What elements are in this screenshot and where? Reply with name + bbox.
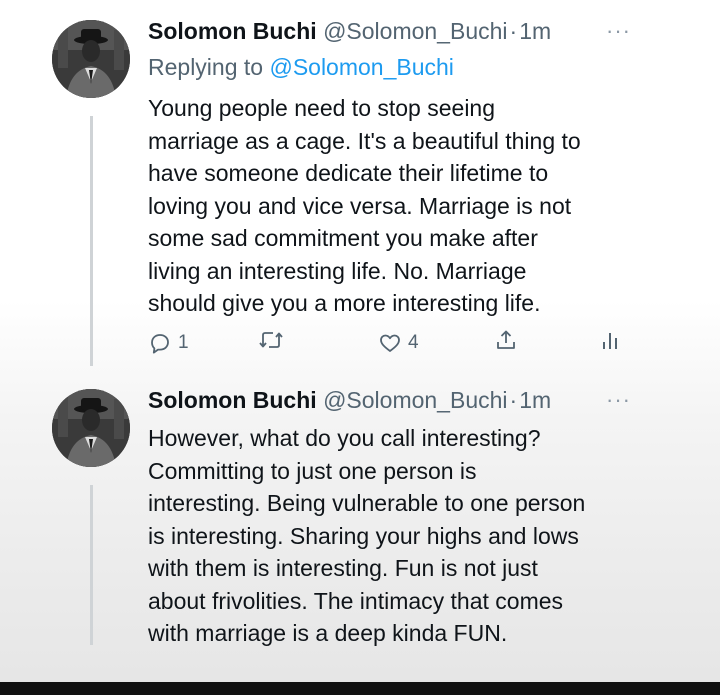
thread-connector [90,485,93,645]
reply-button[interactable]: 1 [148,328,189,358]
action-bar: 1 4 [148,328,628,358]
avatar[interactable] [52,389,130,467]
more-icon[interactable]: ··· [606,16,631,46]
author-name[interactable]: Solomon Buchi [148,387,317,413]
avatar-image [52,20,130,98]
tweet-line: Committing to just one person is [148,457,477,484]
analytics-button[interactable] [598,328,622,352]
retweet-icon [259,332,283,348]
thread-connector [90,116,93,366]
reply-count: 1 [178,332,189,353]
like-count: 4 [408,332,419,353]
replying-to: Replying to @Solomon_Buchi [148,52,454,82]
author-handle[interactable]: @Solomon_Buchi [323,18,507,44]
tweet-line: However, what do you call interesting? [148,425,541,451]
timestamp[interactable]: 1m [519,18,551,44]
tweet-line: have someone dedicate their lifetime to [148,160,549,186]
tweet-line: about frivolities. The intimacy that com… [148,587,564,614]
avatar-image [52,389,130,467]
tweet-line: marriage as a cage. It's a beautiful thi… [148,127,581,154]
replying-label: Replying to [148,54,264,80]
replying-handle-link[interactable]: @Solomon_Buchi [269,54,453,80]
tweet-header: Solomon Buchi @Solomon_Buchi·1m [148,385,551,415]
like-button[interactable]: 4 [378,328,419,358]
tweet-line: living an interesting life. No. Marriage [148,257,527,284]
retweet-button[interactable] [258,328,290,352]
screen: Solomon Buchi @Solomon_Buchi·1m ··· Repl… [0,0,720,695]
reply-icon [151,334,169,354]
separator: · [509,18,518,44]
avatar[interactable] [52,20,130,98]
timestamp[interactable]: 1m [519,387,551,413]
heart-icon [380,334,400,352]
tweet-text: Young people need to stop seeing marriag… [148,92,688,320]
separator: · [509,387,518,413]
tweet-line: is interesting. Sharing your highs and l… [148,522,579,549]
tweet-line: interesting. Being vulnerable to one per… [148,490,586,516]
tweet-line: with marriage is a deep kinda FUN. [148,620,508,646]
tweet-text: However, what do you call interesting? C… [148,422,688,650]
author-name[interactable]: Solomon Buchi [148,18,317,44]
bottom-edge-bar [0,682,720,695]
tweet-line: loving you and vice versa. Marriage is n… [148,192,572,219]
tweet-line: Young people need to stop seeing [148,95,496,121]
tweet-line: some sad commitment you make after [148,225,538,251]
share-icon [497,330,515,349]
tweet-line: with them is interesting. Fun is not jus… [148,555,538,581]
author-handle[interactable]: @Solomon_Buchi [323,387,507,413]
more-icon[interactable]: ··· [606,385,631,415]
tweet-line: should give you a more interesting life. [148,290,541,316]
tweet-header: Solomon Buchi @Solomon_Buchi·1m [148,16,551,46]
analytics-icon [603,333,617,349]
share-button[interactable] [494,328,518,352]
